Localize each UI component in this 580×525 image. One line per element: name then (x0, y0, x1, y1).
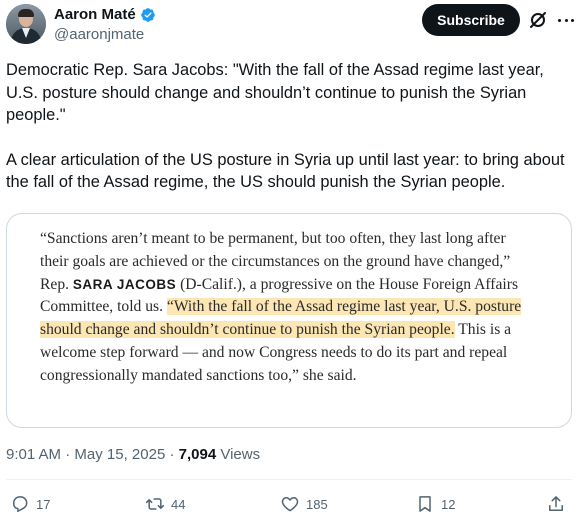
meta-separator: · (165, 446, 179, 463)
share-icon (549, 496, 563, 511)
subscribe-button[interactable]: Subscribe (422, 4, 520, 36)
repost-count: 44 (171, 496, 186, 512)
bookmark-count: 12 (441, 496, 456, 512)
like-count: 185 (306, 496, 328, 512)
tweet-header: Aaron Maté @aaronjmate Subscribe (6, 4, 574, 46)
quote-name: SARA JACOBS (72, 276, 177, 292)
more-options-icon[interactable] (556, 10, 576, 30)
heart-icon (281, 497, 299, 512)
tweet-image[interactable]: “Sanctions aren’t meant to be permanent,… (6, 213, 572, 428)
tweet-date[interactable]: May 15, 2025 (74, 446, 165, 463)
views-label: Views (216, 446, 261, 463)
reply-button[interactable]: 17 (10, 494, 50, 514)
author-info: Aaron Maté @aaronjmate (54, 6, 156, 43)
tweet-paragraph: Democratic Rep. Sara Jacobs: "With the f… (6, 61, 544, 124)
grok-icon[interactable] (528, 10, 548, 30)
tweet-text: Democratic Rep. Sara Jacobs: "With the f… (6, 59, 572, 194)
share-button[interactable] (546, 494, 566, 514)
like-button[interactable]: 185 (280, 494, 328, 514)
avatar[interactable] (6, 4, 46, 44)
quoted-article-text: “Sanctions aren’t meant to be permanent,… (40, 228, 536, 388)
bookmark-button[interactable]: 12 (415, 494, 455, 514)
bookmark-icon (419, 496, 431, 512)
divider (6, 479, 572, 480)
reply-count: 17 (36, 496, 51, 512)
verified-badge-icon (140, 7, 155, 22)
reply-icon (13, 496, 28, 512)
repost-icon (145, 498, 165, 510)
views-count: 7,094 (178, 446, 217, 463)
tweet-time[interactable]: 9:01 AM (6, 446, 61, 463)
author-handle[interactable]: @aaronjmate (54, 26, 156, 43)
tweet-meta: 9:01 AM · May 15, 2025 · 7,094 Views (6, 446, 260, 463)
meta-separator: · (61, 446, 75, 463)
author-display-name[interactable]: Aaron Maté (54, 6, 136, 23)
repost-button[interactable]: 44 (145, 494, 185, 514)
action-bar: 17 44 185 12 (0, 494, 580, 522)
tweet-paragraph: A clear articulation of the US posture i… (6, 150, 565, 192)
